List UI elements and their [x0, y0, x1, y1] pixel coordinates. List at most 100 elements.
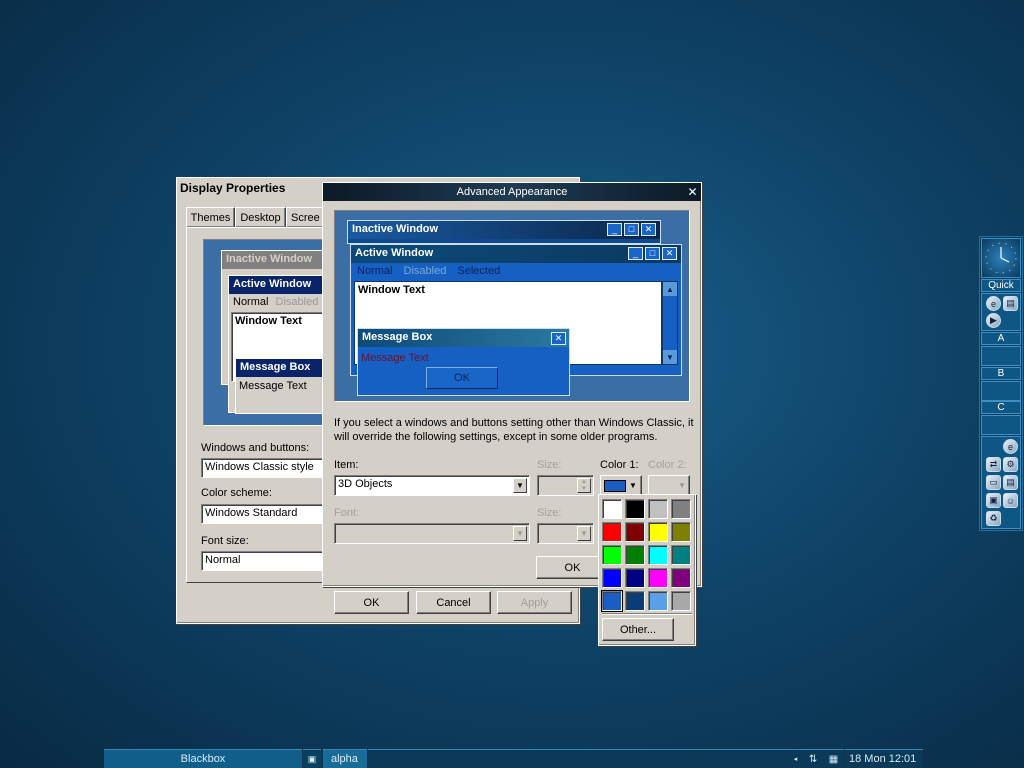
settings-icon[interactable]: ⚙	[1003, 457, 1018, 472]
font-size-select[interactable]: Normal	[201, 551, 325, 571]
clock-icon	[985, 242, 1017, 274]
taskbar-systray: ◂ ⇅ ▦	[788, 749, 844, 768]
color-swatch[interactable]	[602, 545, 622, 565]
palette-divider	[602, 613, 692, 615]
tab-themes[interactable]: Themes	[186, 207, 235, 227]
recycle-bin-icon[interactable]: ♻	[986, 511, 1001, 526]
display-apply-button[interactable]: Apply	[497, 591, 572, 614]
adv-preview-menu-selected: Selected	[457, 265, 501, 277]
users-icon[interactable]: ☺	[1003, 493, 1018, 508]
other-colors-button[interactable]: Other...	[602, 618, 674, 641]
color2-label: Color 2:	[648, 459, 687, 471]
color2-button[interactable]: ▼	[648, 475, 690, 496]
taskbar-workspace[interactable]: Blackbox	[104, 749, 302, 768]
color-swatch[interactable]	[648, 568, 668, 588]
workspace-a-label[interactable]: A	[981, 332, 1021, 345]
media-player-icon[interactable]: ▶	[986, 313, 1001, 328]
workspace-c-label[interactable]: C	[981, 401, 1021, 414]
clock-widget	[981, 238, 1021, 278]
color-swatch[interactable]	[625, 591, 645, 611]
workspace-a-panel[interactable]	[981, 346, 1021, 366]
item-size-label: Size:	[537, 459, 562, 471]
maximize-icon: □	[624, 223, 639, 236]
color1-button[interactable]: ▼	[600, 475, 642, 496]
close-icon: ✕	[551, 332, 566, 345]
color-palette-popup: Other...	[598, 494, 696, 646]
adv-preview-menu-disabled: Disabled	[403, 265, 447, 277]
printer-icon[interactable]: ▤	[1003, 475, 1018, 490]
chevron-down-icon: ▼	[513, 526, 527, 541]
adv-active-caption-buttons: _ □ ✕	[628, 247, 677, 260]
advanced-preview: Inactive Window _ □ ✕ Active Window _ □ …	[334, 210, 690, 402]
network-icon[interactable]: ⇅	[809, 754, 817, 765]
arrow-icon[interactable]: ◂	[794, 755, 798, 763]
color-swatch[interactable]	[648, 499, 668, 519]
slit-quick-label[interactable]: Quick	[981, 279, 1021, 292]
workspace-c-panel[interactable]	[981, 415, 1021, 435]
color-swatch[interactable]	[671, 591, 691, 611]
color-swatch[interactable]	[671, 522, 691, 542]
window-list-icon: ▣	[307, 753, 317, 764]
color-swatch[interactable]	[602, 568, 622, 588]
spinner-icon: ▲ ▼	[577, 478, 591, 493]
advanced-titlebar[interactable]: Advanced Appearance	[323, 183, 701, 201]
color-swatch[interactable]	[671, 499, 691, 519]
advanced-close-button[interactable]: ✕	[685, 184, 700, 199]
close-icon: ✕	[687, 184, 698, 199]
color-scheme-label: Color scheme:	[201, 487, 272, 499]
windows-and-buttons-label: Windows and buttons:	[201, 442, 310, 454]
preview-menu-normal: Normal	[233, 296, 269, 308]
color-swatch[interactable]	[671, 568, 691, 588]
windows-and-buttons-select[interactable]: Windows Classic style	[201, 458, 325, 478]
color-swatch[interactable]	[602, 499, 622, 519]
keyboard-icon[interactable]: ▦	[829, 754, 838, 765]
task-label: alpha	[331, 753, 358, 765]
item-size-spinner[interactable]: ▲ ▼	[537, 475, 594, 496]
adv-preview-inactive-window: Inactive Window _ □ ✕	[347, 220, 661, 244]
font-size-label-adv: Size:	[537, 507, 562, 519]
chevron-down-icon: ▼	[678, 481, 686, 490]
display-ok-button[interactable]: OK	[334, 591, 409, 614]
network-icon[interactable]: ⇄	[986, 457, 1001, 472]
font-size-select-adv[interactable]: ▼	[537, 523, 594, 544]
tab-desktop[interactable]: Desktop	[235, 207, 286, 227]
color-swatch[interactable]	[625, 499, 645, 519]
browser-icon[interactable]: e	[1003, 439, 1018, 454]
explorer-icon[interactable]: ▤	[1003, 296, 1018, 311]
color-swatch[interactable]	[625, 568, 645, 588]
color-scheme-select[interactable]: Windows Standard	[201, 504, 325, 524]
minimize-icon: _	[607, 223, 622, 236]
preview-window-text: Window Text	[235, 315, 302, 327]
computer-icon[interactable]: ▣	[986, 493, 1001, 508]
chevron-down-icon: ▼	[513, 478, 527, 493]
workspace-b-panel[interactable]	[981, 381, 1021, 401]
color-swatch[interactable]	[601, 590, 623, 612]
preview-msgbox-title: Message Box	[236, 359, 332, 377]
display-cancel-button[interactable]: Cancel	[416, 591, 491, 614]
item-select[interactable]: 3D Objects ▼	[334, 475, 530, 496]
font-select[interactable]: ▼	[334, 523, 530, 544]
color-swatch[interactable]	[648, 545, 668, 565]
tab-screensaver[interactable]: Scree	[286, 207, 326, 227]
preview-inactive-title: Inactive Window	[222, 251, 330, 269]
workspace-name: Blackbox	[180, 753, 226, 765]
color-swatch[interactable]	[648, 522, 668, 542]
clock-text: 18 Mon 12:01	[849, 753, 917, 765]
taskbar-task-alpha[interactable]: alpha	[323, 749, 367, 768]
folder-icon[interactable]: ▭	[986, 475, 1001, 490]
color-swatch[interactable]	[671, 545, 691, 565]
quicklaunch-panel: e ▤ ▶	[981, 293, 1021, 331]
adv-preview-msgbox-ok: OK	[426, 367, 498, 389]
taskbar-window-button[interactable]: ▣	[303, 749, 321, 768]
systray-panel: e ⇄ ⚙ ▭ ▤ ▣ ☺ ♻	[981, 436, 1021, 529]
browser-icon[interactable]: e	[986, 296, 1001, 311]
workspace-b-label[interactable]: B	[981, 367, 1021, 380]
tab-bar: Themes Desktop Scree	[186, 207, 326, 227]
color-swatch[interactable]	[602, 522, 622, 542]
minimize-icon: _	[628, 247, 643, 260]
color-swatch[interactable]	[625, 545, 645, 565]
maximize-icon: □	[645, 247, 660, 260]
color-swatch[interactable]	[648, 591, 668, 611]
taskbar-empty-area	[368, 749, 788, 768]
color-swatch[interactable]	[625, 522, 645, 542]
